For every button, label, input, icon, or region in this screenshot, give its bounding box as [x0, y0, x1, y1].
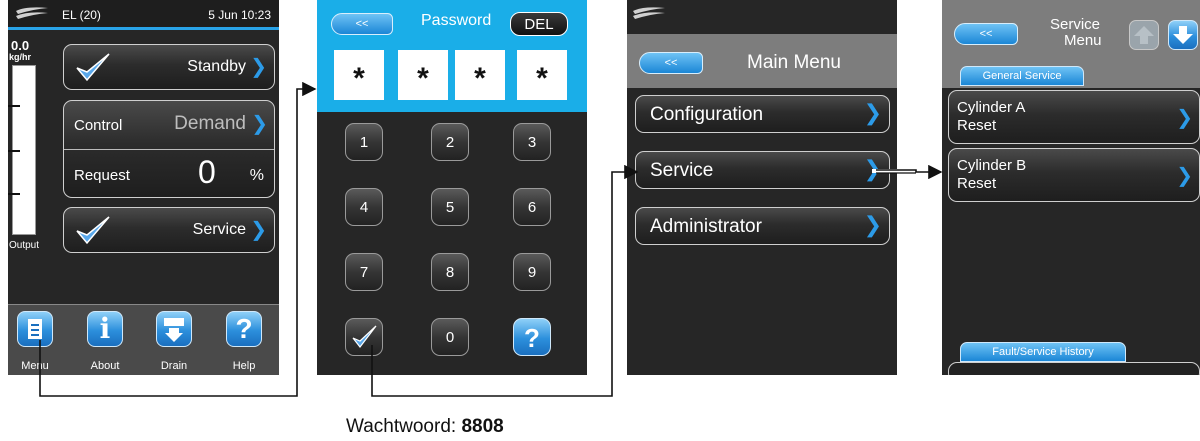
caption-password: 8808 [461, 416, 504, 437]
caption-prefix: Wachtwoord: [346, 416, 462, 437]
password-caption: Wachtwoord: 8808 [346, 416, 504, 438]
flow-arrows [39, 81, 943, 397]
